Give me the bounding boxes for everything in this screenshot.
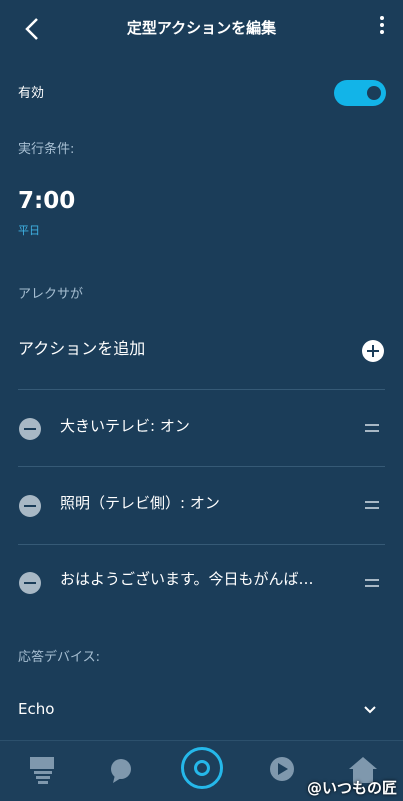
response-device-section-label: 応答デバイス: bbox=[18, 650, 100, 665]
trigger-time[interactable]: 7:00 bbox=[18, 188, 75, 214]
play-icon bbox=[270, 757, 294, 781]
chat-icon bbox=[111, 759, 131, 783]
home-icon bbox=[30, 757, 54, 784]
more-options-button[interactable] bbox=[373, 16, 391, 42]
app-header: 定型アクションを編集 bbox=[0, 0, 403, 58]
enabled-label: 有効 bbox=[18, 86, 45, 101]
action-label: 大きいテレビ: オン bbox=[60, 417, 190, 435]
drag-handle-icon[interactable] bbox=[365, 579, 379, 589]
enabled-toggle[interactable] bbox=[334, 80, 386, 106]
actions-section-label: アレクサが bbox=[18, 287, 84, 302]
toggle-knob bbox=[367, 86, 381, 100]
play-nav-button[interactable] bbox=[264, 753, 300, 789]
action-label: 照明（テレビ側）: オン bbox=[60, 494, 220, 512]
response-device-select[interactable]: Echo bbox=[0, 690, 403, 730]
trigger-days: 平日 bbox=[18, 224, 40, 237]
divider bbox=[18, 466, 385, 467]
more-vert-icon bbox=[380, 16, 384, 20]
alexa-icon bbox=[194, 760, 210, 776]
response-device-value: Echo bbox=[18, 700, 55, 718]
divider bbox=[18, 389, 385, 390]
add-icon bbox=[362, 340, 384, 362]
home-nav-button[interactable] bbox=[25, 753, 61, 789]
watermark: @いつもの匠 bbox=[306, 779, 397, 797]
divider bbox=[18, 544, 385, 545]
alexa-button[interactable] bbox=[181, 747, 223, 789]
communicate-nav-button[interactable] bbox=[103, 753, 139, 789]
action-label: おはようございます。今日もがんば… bbox=[60, 570, 314, 588]
trigger-section-label: 実行条件: bbox=[18, 142, 75, 157]
page-title: 定型アクションを編集 bbox=[126, 19, 277, 37]
action-item[interactable]: 大きいテレビ: オン bbox=[0, 398, 403, 458]
remove-icon[interactable] bbox=[19, 418, 41, 440]
add-action-button[interactable]: アクションを追加 bbox=[0, 324, 403, 374]
chevron-down-icon bbox=[364, 706, 376, 714]
drag-handle-icon[interactable] bbox=[365, 424, 379, 434]
drag-handle-icon[interactable] bbox=[365, 501, 379, 511]
remove-icon[interactable] bbox=[19, 495, 41, 517]
remove-icon[interactable] bbox=[19, 572, 41, 594]
action-item[interactable]: おはようございます。今日もがんば… bbox=[0, 552, 403, 612]
add-action-label: アクションを追加 bbox=[18, 339, 146, 358]
action-item[interactable]: 照明（テレビ側）: オン bbox=[0, 476, 403, 536]
